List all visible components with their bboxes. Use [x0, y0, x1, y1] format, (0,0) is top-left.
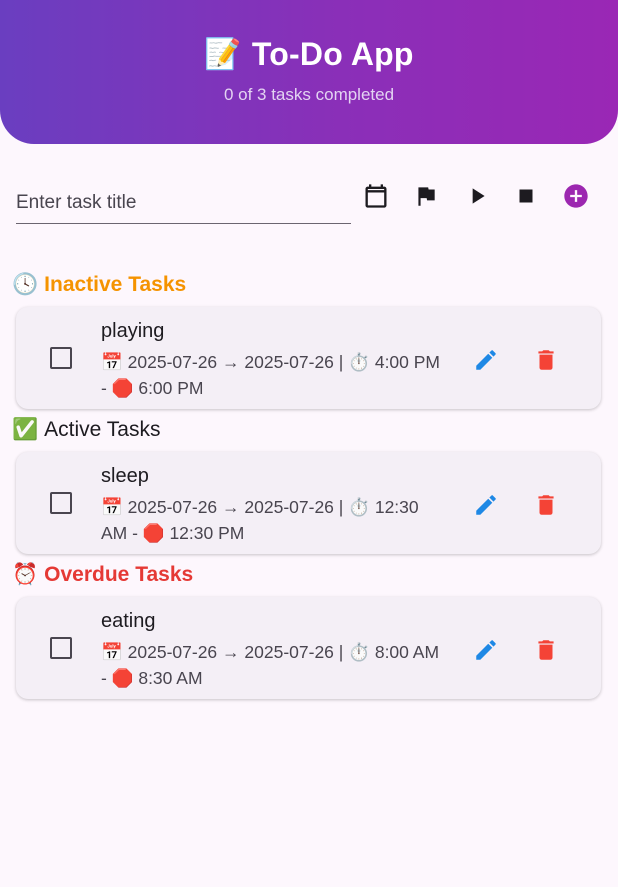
section-title-text: Overdue Tasks	[44, 562, 194, 586]
delete-task-button[interactable]	[531, 635, 561, 665]
alarm-clock-icon: ⏰	[12, 562, 39, 586]
delete-task-button[interactable]	[531, 345, 561, 375]
task-schedule-line1: 📅 2025-07-26 → 2025-07-26 | ⏱️ 12:30	[101, 497, 419, 517]
pencil-icon	[476, 640, 496, 660]
new-task-row	[16, 172, 602, 228]
section-title-text: Inactive Tasks	[44, 272, 187, 296]
task-complete-checkbox[interactable]	[50, 492, 72, 514]
stop-button[interactable]	[506, 176, 546, 216]
task-title: playing	[101, 320, 165, 342]
pencil-icon	[476, 350, 496, 370]
calendar-icon	[365, 184, 387, 208]
task-schedule-line2: - 🛑 6:00 PM	[101, 378, 204, 398]
pick-date-button[interactable]	[356, 176, 396, 216]
task-title: eating	[101, 610, 156, 632]
app-header: 📝 To-Do App 0 of 3 tasks completed	[0, 0, 618, 144]
task-schedule-line2: AM - 🛑 12:30 PM	[101, 523, 245, 543]
pencil-icon	[476, 495, 496, 515]
section-title-overdue: ⏰ Overdue Tasks	[12, 562, 193, 587]
task-schedule: 📅 2025-07-26 → 2025-07-26 | ⏱️ 8:00 AM -…	[101, 639, 451, 691]
edit-task-button[interactable]	[471, 490, 501, 520]
task-schedule: 📅 2025-07-26 → 2025-07-26 | ⏱️ 4:00 PM -…	[101, 349, 451, 401]
check-icon: ✅	[12, 417, 39, 441]
pick-start-time-button[interactable]	[406, 176, 446, 216]
trash-icon	[538, 350, 554, 370]
trash-icon	[538, 495, 554, 515]
add-circle-icon	[564, 184, 588, 208]
task-schedule-line2: - 🛑 8:30 AM	[101, 668, 203, 688]
clock-icon: 🕓	[12, 272, 39, 296]
delete-task-button[interactable]	[531, 490, 561, 520]
task-schedule: 📅 2025-07-26 → 2025-07-26 | ⏱️ 12:30 AM …	[101, 494, 451, 546]
task-complete-checkbox[interactable]	[50, 637, 72, 659]
task-title-input[interactable]	[16, 172, 351, 224]
task-title: sleep	[101, 465, 149, 487]
task-card-sleep: sleep 📅 2025-07-26 → 2025-07-26 | ⏱️ 12:…	[16, 452, 601, 554]
section-title-active: ✅ Active Tasks	[12, 417, 160, 442]
task-schedule-line1: 📅 2025-07-26 → 2025-07-26 | ⏱️ 8:00 AM	[101, 642, 440, 662]
section-title-inactive: 🕓 Inactive Tasks	[12, 272, 186, 297]
section-title-text: Active Tasks	[44, 417, 161, 441]
add-task-button[interactable]	[556, 176, 596, 216]
task-complete-checkbox[interactable]	[50, 347, 72, 369]
task-card-playing: playing 📅 2025-07-26 → 2025-07-26 | ⏱️ 4…	[16, 307, 601, 409]
task-card-eating: eating 📅 2025-07-26 → 2025-07-26 | ⏱️ 8:…	[16, 597, 601, 699]
stop-icon	[519, 189, 533, 203]
task-schedule-line1: 📅 2025-07-26 → 2025-07-26 | ⏱️ 4:00 PM	[101, 352, 441, 372]
flag-icon	[418, 187, 435, 206]
trash-icon	[538, 640, 554, 660]
memo-icon: 📝	[204, 37, 242, 72]
app-title-text: To-Do App	[251, 36, 414, 72]
app-title: 📝 To-Do App	[0, 36, 618, 73]
edit-task-button[interactable]	[471, 345, 501, 375]
tasks-completed-summary: 0 of 3 tasks completed	[223, 85, 395, 104]
start-button[interactable]	[457, 176, 497, 216]
edit-task-button[interactable]	[471, 635, 501, 665]
play-icon	[472, 188, 485, 204]
